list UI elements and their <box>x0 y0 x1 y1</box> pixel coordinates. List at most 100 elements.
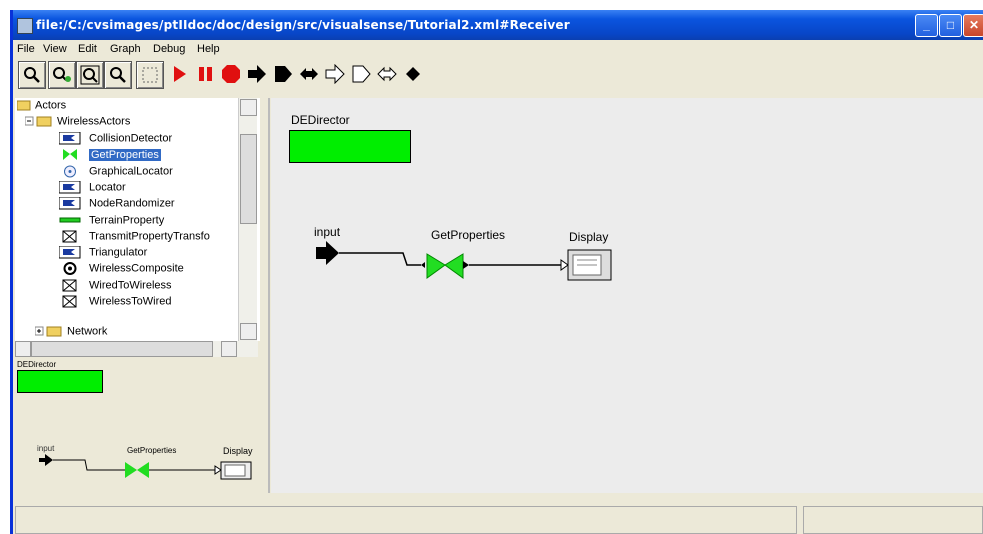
fullscreen-icon <box>142 67 158 83</box>
tree-item[interactable]: NodeRandomizer <box>58 196 175 213</box>
relation-button[interactable] <box>400 61 426 87</box>
pause-button[interactable] <box>192 61 218 87</box>
zoom-in-button[interactable] <box>18 61 46 89</box>
minimize-button[interactable]: _ <box>915 14 938 37</box>
tree-root-label: Actors <box>35 99 67 112</box>
zoom-out-icon <box>110 67 126 83</box>
port-inout-button[interactable] <box>296 61 322 87</box>
tree-item-label: NodeRandomizer <box>89 197 175 210</box>
port-inout-icon <box>300 68 318 80</box>
tree-folder-label: WirelessActors <box>57 115 131 128</box>
overview-director-label: DEDirector <box>17 360 57 369</box>
tree-item[interactable]: WirelessComposite <box>59 262 184 278</box>
tree-item[interactable]: TransmitPropertyTransfo <box>59 230 210 246</box>
title-bar[interactable]: file:/C:/cvsimages/ptIIdoc/doc/design/sr… <box>13 10 983 40</box>
port-input-button[interactable] <box>244 61 270 87</box>
tree-item[interactable]: GetProperties <box>59 148 161 164</box>
tree-item-label: TerrainProperty <box>89 213 165 226</box>
actor-icon <box>58 196 85 210</box>
status-progress-cell <box>803 506 983 534</box>
stop-button[interactable] <box>218 61 244 87</box>
actor-icon <box>59 262 85 276</box>
tree-item-label: TransmitPropertyTransfo <box>89 230 210 243</box>
tree-vertical-scrollbar[interactable] <box>238 98 257 341</box>
scroll-left-arrow[interactable] <box>15 341 31 357</box>
scroll-up-arrow[interactable] <box>240 99 257 116</box>
zoom-fit-button[interactable] <box>76 61 104 89</box>
h-scroll-thumb[interactable] <box>31 341 213 357</box>
close-button[interactable]: ✕ <box>963 14 983 37</box>
stop-icon <box>222 65 240 83</box>
zoom-reset-button[interactable] <box>48 61 76 89</box>
left-panel: Actors WirelessActors CollisionDetector G… <box>13 98 270 493</box>
tree-item-label: WirelessToWired <box>89 295 172 308</box>
overview-diagram-graph <box>39 454 252 480</box>
zoom-in-icon <box>24 67 40 83</box>
multiport-inout-icon <box>377 66 397 82</box>
actor-icon <box>59 295 85 308</box>
director-label: DEDirector <box>291 113 350 127</box>
multiport-output-icon <box>352 65 371 83</box>
menu-file[interactable]: File <box>17 43 35 55</box>
pause-icon <box>199 67 212 81</box>
actor-icon <box>59 279 85 292</box>
scroll-right-arrow[interactable] <box>221 341 237 357</box>
zoom-fit-icon <box>80 65 100 85</box>
overview-director-block <box>17 370 103 393</box>
fullscreen-button[interactable] <box>136 61 164 89</box>
zoom-reset-icon <box>53 67 71 82</box>
menu-bar: File View Edit Graph Debug Help <box>13 40 983 58</box>
tree-item[interactable]: Locator <box>58 180 126 197</box>
multiport-input-button[interactable] <box>322 61 348 87</box>
actor-icon <box>58 180 85 194</box>
toolbar <box>18 61 978 95</box>
tree-item-label: GetProperties <box>89 148 161 161</box>
tree-network[interactable]: Network <box>34 325 107 341</box>
overview-panel[interactable]: DEDirector input GetProperties Display <box>15 360 265 490</box>
menu-help[interactable]: Help <box>197 43 220 55</box>
tree-item-label: GraphicalLocator <box>89 165 173 177</box>
tree-horizontal-scrollbar[interactable] <box>15 341 258 357</box>
menu-graph[interactable]: Graph <box>110 43 141 55</box>
tree-item-label: WiredToWireless <box>89 279 172 292</box>
port-output-button[interactable] <box>270 61 296 87</box>
tree-item[interactable]: TerrainProperty <box>59 214 164 230</box>
actor-icon <box>58 245 85 259</box>
maximize-button[interactable]: □ <box>939 14 962 37</box>
folder-icon <box>16 99 31 112</box>
actor-icon <box>59 148 85 161</box>
run-button[interactable] <box>166 61 192 87</box>
director-block[interactable] <box>289 130 411 163</box>
app-icon <box>17 18 33 34</box>
tree-item[interactable]: WiredToWireless <box>59 279 172 295</box>
tree-item[interactable]: CollisionDetector <box>58 131 173 148</box>
actor-icon <box>59 214 85 227</box>
zoom-out-button[interactable] <box>104 61 132 89</box>
menu-edit[interactable]: Edit <box>78 43 97 55</box>
input-port-icon <box>316 241 339 265</box>
folder-open-icon <box>24 115 53 128</box>
status-bar <box>13 498 983 534</box>
scroll-thumb[interactable] <box>240 134 257 224</box>
multiport-output-button[interactable] <box>348 61 374 87</box>
tree-folder[interactable]: WirelessActors <box>24 115 131 131</box>
actor-library-tree[interactable]: Actors WirelessActors CollisionDetector G… <box>15 98 260 341</box>
scroll-down-arrow[interactable] <box>240 323 257 340</box>
tree-item[interactable]: WirelessToWired <box>59 295 172 311</box>
status-message-cell <box>15 506 797 534</box>
menu-view[interactable]: View <box>43 43 67 55</box>
relation-diamond-icon <box>406 67 420 81</box>
actor-icon <box>58 131 85 145</box>
diagram-graph <box>316 241 612 281</box>
run-icon <box>174 66 186 82</box>
tree-item[interactable]: Triangulator <box>58 245 147 262</box>
actor-icon <box>59 230 85 243</box>
multiport-inout-button[interactable] <box>374 61 400 87</box>
tree-item-label: CollisionDetector <box>89 132 173 145</box>
graph-editor-canvas[interactable]: DEDirector input GetProperties Display <box>271 98 983 493</box>
tree-item-label: Locator <box>89 181 126 194</box>
application-window: file:/C:/cvsimages/ptIIdoc/doc/design/sr… <box>10 10 983 534</box>
tree-root[interactable]: Actors <box>16 99 67 115</box>
menu-debug[interactable]: Debug <box>153 43 185 55</box>
tree-item[interactable]: GraphicalLocator <box>59 165 173 181</box>
